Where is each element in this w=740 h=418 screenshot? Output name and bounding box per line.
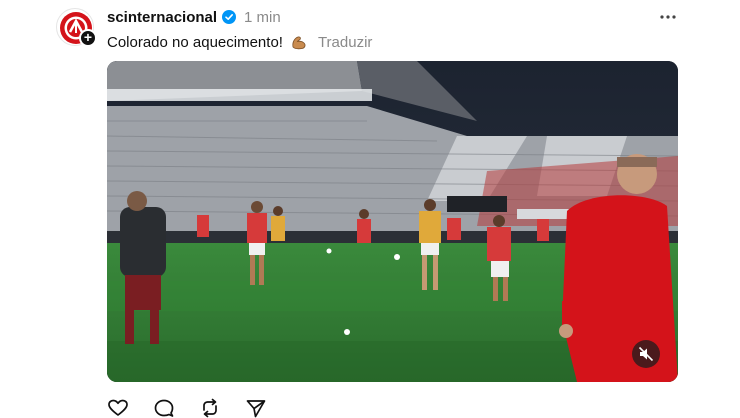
post-header: scinternacional 1 min (107, 8, 281, 26)
heart-icon[interactable] (107, 398, 129, 418)
send-icon[interactable] (245, 398, 267, 418)
stadium-scene (107, 61, 678, 382)
translate-link[interactable]: Traduzir (318, 34, 372, 51)
repost-icon[interactable] (199, 398, 221, 418)
muted-speaker-icon (638, 346, 654, 362)
threads-post: + scinternacional 1 min Colorado no aque… (0, 0, 740, 418)
mute-toggle[interactable] (632, 340, 660, 368)
post-caption: Colorado no aquecimento! Traduzir (107, 33, 372, 51)
username[interactable]: scinternacional (107, 9, 217, 26)
caption-text: Colorado no aquecimento! (107, 33, 283, 51)
flexed-biceps-icon (292, 36, 306, 50)
post-video[interactable] (107, 61, 678, 382)
action-bar (107, 398, 291, 418)
verified-badge-icon (222, 10, 237, 24)
comment-icon[interactable] (153, 398, 175, 418)
timestamp: 1 min (244, 8, 281, 26)
more-options-icon[interactable] (658, 8, 678, 26)
follow-button[interactable]: + (79, 29, 97, 47)
